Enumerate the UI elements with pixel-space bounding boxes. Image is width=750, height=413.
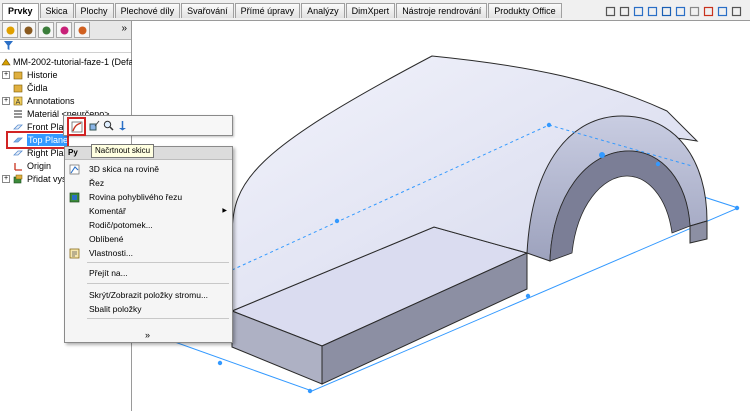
tree-item-label: Origin	[27, 161, 52, 171]
feature-manager-icon[interactable]	[2, 22, 18, 38]
material-icon	[13, 109, 23, 119]
show-hide-button[interactable]	[116, 119, 128, 131]
plane-handle[interactable]	[655, 161, 661, 167]
menu-separator	[87, 262, 229, 263]
plane-handle[interactable]	[525, 293, 531, 299]
context-menu-item[interactable]: Oblíbené	[65, 233, 232, 246]
expand-toggle[interactable]: +	[2, 71, 10, 79]
manager-tab-bar: »	[0, 21, 131, 40]
extrude-feature-icon	[13, 174, 23, 184]
context-menu-item[interactable]: Přejít na...	[65, 267, 232, 280]
filter-row	[0, 40, 131, 53]
tab-0[interactable]: Prvky	[2, 3, 39, 20]
tab-4[interactable]: Svařování	[181, 3, 234, 18]
expand-toggle[interactable]: +	[2, 175, 10, 183]
tab-6[interactable]: Analýzy	[301, 3, 345, 18]
command-manager: Prvky Skica Plochy Plechové díly Svařování Př…	[0, 0, 750, 21]
plane-handle[interactable]	[334, 218, 340, 224]
tree-item-label: Historie	[27, 70, 58, 80]
submenu-arrow-icon: ▶	[222, 208, 227, 214]
sensors-folder-icon	[13, 83, 23, 93]
context-menu-item[interactable]: Skrýt/Zobrazit položky stromu...	[65, 289, 232, 302]
properties-icon	[69, 248, 80, 259]
apply-scene-icon[interactable]	[717, 6, 728, 17]
zoom-to-selection-icon	[103, 120, 114, 131]
tab-5[interactable]: Přímé úpravy	[234, 3, 301, 18]
tab-1[interactable]: Skica	[39, 3, 74, 18]
tab-2[interactable]: Plochy	[74, 3, 114, 18]
selection-highlight	[6, 131, 69, 149]
history-folder-icon	[13, 70, 23, 80]
show-hide-icon	[118, 120, 126, 130]
context-menu-item-label: Oblíbené	[89, 234, 124, 244]
edit-appearance-icon[interactable]	[703, 6, 714, 17]
context-menu-item[interactable]: Řez	[65, 177, 232, 190]
menu-separator	[87, 318, 229, 319]
svg-text:A: A	[16, 99, 21, 106]
context-menu-item[interactable]: Rodič/potomek...	[65, 219, 232, 232]
zoom-to-fit-icon[interactable]	[605, 6, 616, 17]
tab-8[interactable]: Nástroje rendrování	[396, 3, 488, 18]
property-manager-icon[interactable]	[20, 22, 36, 38]
moving-section-icon	[69, 192, 80, 203]
menu-separator	[87, 283, 229, 284]
tab-9[interactable]: Produkty Office	[488, 3, 562, 18]
plane-handle[interactable]	[546, 122, 552, 128]
context-menu-item[interactable]: Sbalit položky	[65, 303, 232, 316]
context-menu-item-label: Přejít na...	[89, 268, 128, 278]
plane-handle[interactable]	[734, 205, 740, 211]
zoom-area-icon[interactable]	[619, 6, 630, 17]
part-body[interactable]	[230, 55, 708, 385]
configuration-manager-icon[interactable]	[38, 22, 54, 38]
tree-item-label: Annotations	[27, 96, 75, 106]
plane-icon	[13, 148, 23, 158]
command-manager-tabs: Prvky Skica Plochy Plechové díly Svařování Př…	[2, 3, 563, 20]
dimxpert-manager-icon[interactable]	[56, 22, 72, 38]
plane-handle[interactable]	[217, 360, 223, 366]
context-menu-item-label: Skrýt/Zobrazit položky stromu...	[89, 290, 209, 300]
context-menu-item-label: Komentář	[89, 206, 126, 216]
display-manager-icon[interactable]	[74, 22, 90, 38]
part-icon	[1, 57, 11, 67]
sketch-button[interactable]	[67, 117, 86, 136]
plane-handle[interactable]	[599, 152, 605, 158]
context-menu-item-label: Vlastnosti...	[89, 248, 133, 258]
tree-item-label: Čidla	[27, 83, 48, 93]
tree-root-label: MM-2002-tutorial-faze-1 (Defa	[13, 57, 134, 67]
expand-manager-button[interactable]: »	[121, 23, 127, 34]
view-settings-icon[interactable]	[731, 6, 742, 17]
plane-handle[interactable]	[307, 388, 313, 394]
context-menu-item-label: Rodič/potomek...	[89, 220, 153, 230]
tab-3[interactable]: Plechové díly	[114, 3, 181, 18]
context-menu-item[interactable]: Vlastnosti...	[65, 247, 232, 260]
section-view-icon[interactable]	[647, 6, 658, 17]
context-menu-header-label: Py	[68, 148, 78, 157]
origin-icon	[13, 161, 23, 171]
zoom-to-selection-button[interactable]	[102, 119, 114, 131]
previous-view-icon[interactable]	[633, 6, 644, 17]
expand-toggle[interactable]: +	[2, 97, 10, 105]
heads-up-view-toolbar	[605, 6, 742, 17]
display-style-icon[interactable]	[675, 6, 686, 17]
hide-show-icon[interactable]	[689, 6, 700, 17]
context-menu: Py 3D skica na rovině Řez Rovina pohyblivé…	[64, 146, 233, 343]
context-menu-item-label: Řez	[89, 178, 105, 188]
view-orientation-icon[interactable]	[661, 6, 672, 17]
more-items-chevron[interactable]: »	[145, 330, 150, 340]
filter-icon[interactable]	[4, 41, 13, 50]
normal-to-button[interactable]	[88, 119, 100, 131]
tab-7[interactable]: DimXpert	[345, 3, 396, 18]
context-menu-item[interactable]: 3D skica na rovině	[65, 163, 232, 176]
context-menu-item[interactable]: Rovina pohyblivého řezu	[65, 191, 232, 204]
context-menu-item-label: Rovina pohyblivého řezu	[89, 192, 183, 202]
normal-to-icon	[89, 120, 99, 130]
sketch-icon	[71, 121, 82, 132]
context-menu-item[interactable]: Komentář ▶	[65, 205, 232, 218]
tooltip: Načrtnout skicu	[91, 144, 155, 158]
annotations-icon: A	[13, 96, 23, 106]
sketch-3d-icon	[69, 164, 80, 175]
context-toolbar	[63, 115, 233, 136]
context-menu-item-label: Sbalit položky	[89, 304, 142, 314]
context-menu-item-label: 3D skica na rovině	[89, 164, 159, 174]
